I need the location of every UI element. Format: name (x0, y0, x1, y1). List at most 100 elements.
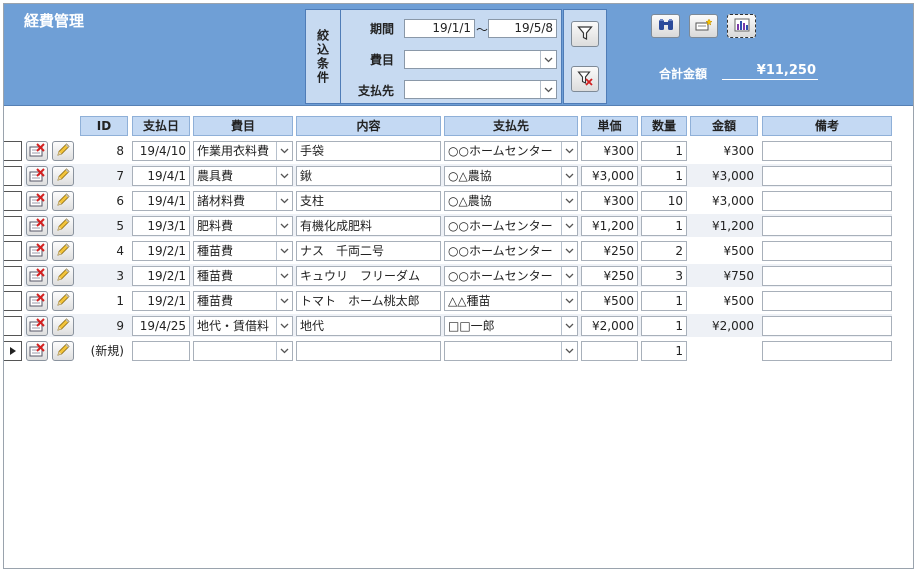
cell-unit-price[interactable]: ¥300 (581, 191, 638, 211)
category-filter-select[interactable] (404, 50, 557, 69)
chevron-down-icon[interactable] (561, 242, 577, 260)
cell-category-select[interactable]: 種苗費 (193, 241, 293, 261)
cell-qty[interactable]: 3 (641, 266, 687, 286)
cell-qty[interactable]: 1 (641, 216, 687, 236)
cell-memo[interactable] (762, 216, 892, 236)
search-button[interactable] (651, 14, 680, 38)
cell-content[interactable]: 地代 (296, 316, 441, 336)
cell-date[interactable]: 19/3/1 (132, 216, 190, 236)
chevron-down-icon[interactable] (540, 51, 556, 68)
cell-payee-select[interactable]: ○△農協 (444, 191, 578, 211)
chevron-down-icon[interactable] (276, 167, 292, 185)
chevron-down-icon[interactable] (561, 342, 577, 360)
cell-date[interactable]: 19/4/1 (132, 191, 190, 211)
cell-memo[interactable] (762, 141, 892, 161)
record-selector[interactable] (4, 216, 22, 236)
cell-payee-select[interactable]: □□一郎 (444, 316, 578, 336)
cell-memo[interactable] (762, 341, 892, 361)
cell-payee-select[interactable] (444, 341, 578, 361)
payee-filter-select[interactable] (404, 80, 557, 99)
record-selector[interactable] (4, 291, 22, 311)
cell-category-select[interactable]: 種苗費 (193, 291, 293, 311)
cell-memo[interactable] (762, 191, 892, 211)
clear-filter-button[interactable] (571, 66, 599, 92)
delete-record-button[interactable] (26, 191, 48, 211)
period-from-input[interactable]: 19/1/1 (404, 19, 475, 38)
chevron-down-icon[interactable] (561, 167, 577, 185)
chevron-down-icon[interactable] (276, 217, 292, 235)
chevron-down-icon[interactable] (276, 142, 292, 160)
edit-record-button[interactable] (52, 141, 74, 161)
cell-unit-price[interactable]: ¥2,000 (581, 316, 638, 336)
cell-payee-select[interactable]: ○○ホームセンター (444, 266, 578, 286)
cell-content[interactable]: 有機化成肥料 (296, 216, 441, 236)
chevron-down-icon[interactable] (276, 317, 292, 335)
cell-payee-select[interactable]: ○△農協 (444, 166, 578, 186)
edit-record-button[interactable] (52, 166, 74, 186)
record-selector[interactable] (4, 316, 22, 336)
edit-record-button[interactable] (52, 266, 74, 286)
chevron-down-icon[interactable] (276, 242, 292, 260)
edit-record-button[interactable] (52, 241, 74, 261)
delete-record-button[interactable] (26, 316, 48, 336)
chevron-down-icon[interactable] (561, 192, 577, 210)
cell-date[interactable]: 19/2/1 (132, 241, 190, 261)
cell-content[interactable] (296, 341, 441, 361)
chevron-down-icon[interactable] (561, 317, 577, 335)
chevron-down-icon[interactable] (540, 81, 556, 98)
cell-memo[interactable] (762, 266, 892, 286)
cell-content[interactable]: 手袋 (296, 141, 441, 161)
cell-date[interactable]: 19/2/1 (132, 266, 190, 286)
cell-qty[interactable]: 10 (641, 191, 687, 211)
cell-memo[interactable] (762, 166, 892, 186)
cell-payee-select[interactable]: ○○ホームセンター (444, 241, 578, 261)
cell-memo[interactable] (762, 241, 892, 261)
cell-category-select[interactable]: 地代・賃借料 (193, 316, 293, 336)
cell-content[interactable]: トマト ホーム桃太郎 (296, 291, 441, 311)
edit-record-button[interactable] (52, 191, 74, 211)
cell-qty[interactable]: 1 (641, 141, 687, 161)
edit-record-button[interactable] (52, 216, 74, 236)
cell-date[interactable]: 19/4/1 (132, 166, 190, 186)
cell-unit-price[interactable]: ¥500 (581, 291, 638, 311)
period-to-input[interactable]: 19/5/8 (488, 19, 557, 38)
cell-qty[interactable]: 1 (641, 316, 687, 336)
chevron-down-icon[interactable] (276, 267, 292, 285)
delete-record-button[interactable] (26, 241, 48, 261)
cell-unit-price[interactable]: ¥300 (581, 141, 638, 161)
new-record-button[interactable] (689, 14, 718, 38)
record-selector[interactable] (4, 166, 22, 186)
cell-qty[interactable]: 1 (641, 341, 687, 361)
record-selector[interactable] (4, 341, 22, 361)
cell-date[interactable]: 19/4/10 (132, 141, 190, 161)
delete-record-button[interactable] (26, 266, 48, 286)
cell-unit-price[interactable]: ¥250 (581, 241, 638, 261)
cell-payee-select[interactable]: ○○ホームセンター (444, 216, 578, 236)
chevron-down-icon[interactable] (276, 192, 292, 210)
cell-content[interactable]: ナス 千両二号 (296, 241, 441, 261)
cell-category-select[interactable]: 肥料費 (193, 216, 293, 236)
delete-record-button[interactable] (26, 291, 48, 311)
cell-category-select[interactable]: 種苗費 (193, 266, 293, 286)
record-selector[interactable] (4, 266, 22, 286)
cell-category-select[interactable]: 農具費 (193, 166, 293, 186)
cell-unit-price[interactable]: ¥1,200 (581, 216, 638, 236)
delete-record-button[interactable] (26, 141, 48, 161)
chevron-down-icon[interactable] (561, 292, 577, 310)
cell-payee-select[interactable]: △△種苗 (444, 291, 578, 311)
cell-unit-price[interactable]: ¥3,000 (581, 166, 638, 186)
delete-record-button[interactable] (26, 166, 48, 186)
cell-memo[interactable] (762, 316, 892, 336)
chevron-down-icon[interactable] (276, 292, 292, 310)
record-selector[interactable] (4, 191, 22, 211)
delete-record-button[interactable] (26, 341, 48, 361)
cell-qty[interactable]: 2 (641, 241, 687, 261)
cell-category-select[interactable] (193, 341, 293, 361)
cell-content[interactable]: 支柱 (296, 191, 441, 211)
cell-category-select[interactable]: 作業用衣料費 (193, 141, 293, 161)
cell-unit-price[interactable] (581, 341, 638, 361)
cell-unit-price[interactable]: ¥250 (581, 266, 638, 286)
cell-date[interactable] (132, 341, 190, 361)
delete-record-button[interactable] (26, 216, 48, 236)
report-button[interactable] (727, 14, 756, 38)
